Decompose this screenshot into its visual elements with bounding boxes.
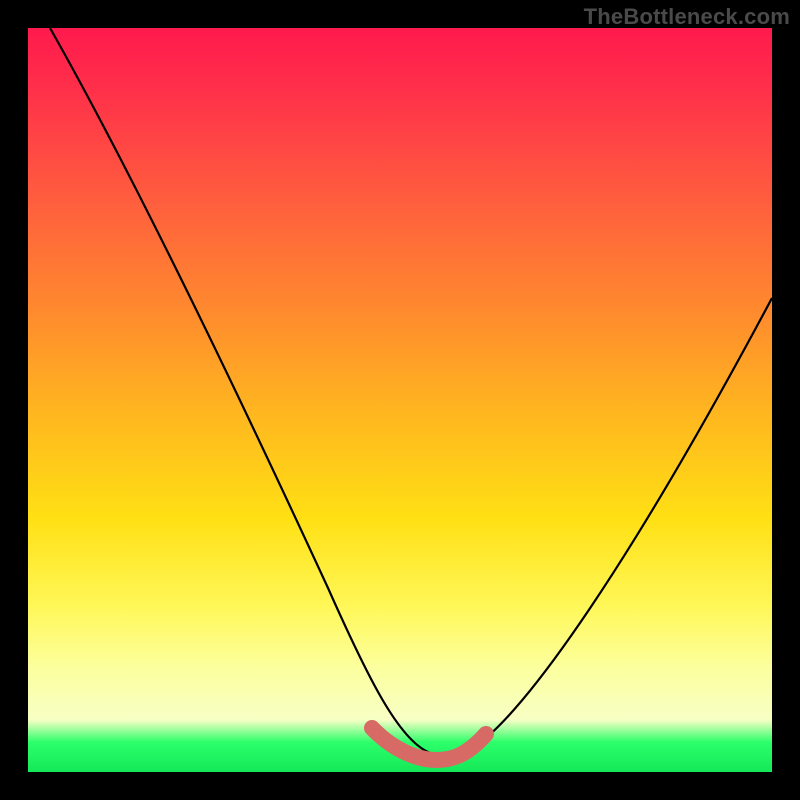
plot-area	[28, 28, 772, 772]
watermark-text: TheBottleneck.com	[584, 4, 790, 30]
optimal-range-highlight	[372, 728, 486, 760]
curve-svg	[28, 28, 772, 772]
bottleneck-curve	[50, 28, 772, 757]
chart-frame: TheBottleneck.com	[0, 0, 800, 800]
